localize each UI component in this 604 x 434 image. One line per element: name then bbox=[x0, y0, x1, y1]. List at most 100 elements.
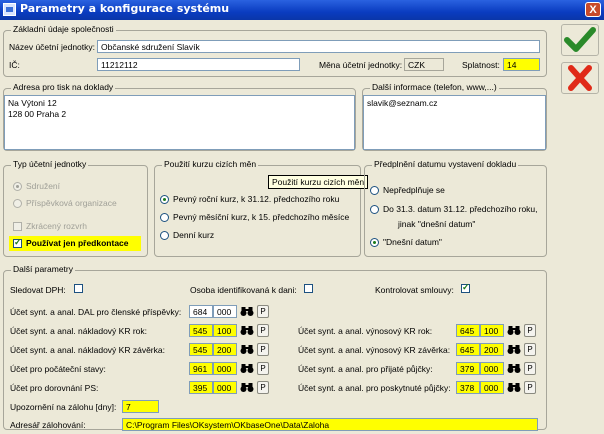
prefill-yearend-label: Do 31.3. datum 31.12. předchozího roku, bbox=[383, 204, 538, 214]
rate-daily-radio[interactable] bbox=[160, 231, 169, 240]
binoculars-icon[interactable] bbox=[507, 343, 521, 355]
prefill-today-label: "Dnešní datum" bbox=[383, 237, 442, 247]
ic-input[interactable]: 11212112 bbox=[97, 58, 300, 71]
due-input[interactable]: 14 bbox=[503, 58, 540, 71]
vat-checkbox[interactable] bbox=[74, 284, 83, 293]
predefined-only-label: Používat jen předkontace bbox=[26, 238, 129, 248]
account-anal-input[interactable]: 000 bbox=[480, 381, 504, 394]
close-button[interactable]: X bbox=[585, 2, 601, 17]
account-anal-input[interactable]: 200 bbox=[480, 343, 504, 356]
short-chart-checkbox[interactable] bbox=[13, 222, 22, 231]
ic-label: IČ: bbox=[9, 60, 20, 70]
ident-checkbox[interactable] bbox=[304, 284, 313, 293]
prefill-today-radio[interactable] bbox=[370, 238, 379, 247]
prefill-yearend-label-2: jinak "dnešní datum" bbox=[398, 219, 476, 229]
account-synt-input[interactable]: 684 bbox=[189, 305, 213, 318]
binoculars-icon[interactable] bbox=[507, 381, 521, 393]
account-anal-input[interactable]: 000 bbox=[213, 381, 237, 394]
rate-monthly-radio[interactable] bbox=[160, 213, 169, 222]
contracts-checkbox[interactable] bbox=[461, 282, 470, 293]
p-button[interactable]: P bbox=[524, 324, 536, 337]
prefill-none-label: Nepředplňuje se bbox=[383, 185, 445, 195]
account-anal-input[interactable]: 100 bbox=[213, 324, 237, 337]
currency-input[interactable]: CZK bbox=[404, 58, 444, 71]
p-button[interactable]: P bbox=[257, 324, 269, 337]
binoculars-icon[interactable] bbox=[507, 324, 521, 336]
account-anal-input[interactable]: 000 bbox=[213, 305, 237, 318]
advance-input[interactable]: 7 bbox=[122, 400, 159, 413]
p-button[interactable]: P bbox=[257, 381, 269, 394]
account-label: Účet pro počáteční stavy: bbox=[10, 364, 106, 374]
p-button[interactable]: P bbox=[257, 362, 269, 375]
account-anal-input[interactable]: 200 bbox=[213, 343, 237, 356]
binoculars-icon[interactable] bbox=[240, 343, 254, 355]
rate-yearly-label: Pevný roční kurz, k 31.12. předchozího r… bbox=[173, 194, 340, 204]
account-label: Účet synt. a anal. výnosový KR závěrka: bbox=[298, 345, 451, 355]
binoculars-icon[interactable] bbox=[240, 381, 254, 393]
ident-label: Osoba identifikovaná k dani: bbox=[190, 285, 297, 295]
binoculars-icon[interactable] bbox=[240, 324, 254, 336]
backup-input[interactable]: C:\Program Files\OKsystem\OKbaseOne\Data… bbox=[122, 418, 538, 431]
account-synt-input[interactable]: 378 bbox=[456, 381, 480, 394]
address-legend: Adresa pro tisk na doklady bbox=[11, 82, 116, 92]
binoculars-icon[interactable] bbox=[240, 362, 254, 374]
title-bar: Parametry a konfigurace systému X bbox=[0, 0, 604, 20]
account-synt-input[interactable]: 545 bbox=[189, 343, 213, 356]
ok-button[interactable] bbox=[561, 24, 599, 56]
info-textarea[interactable]: slavik@seznam.cz bbox=[363, 95, 546, 150]
account-label: Účet synt. a anal. nákladový KR rok: bbox=[10, 326, 148, 336]
rate-monthly-label: Pevný měsíční kurz, k 15. předchozího mě… bbox=[173, 212, 350, 222]
account-synt-input[interactable]: 545 bbox=[189, 324, 213, 337]
account-synt-input[interactable]: 645 bbox=[456, 324, 480, 337]
account-anal-input[interactable]: 000 bbox=[213, 362, 237, 375]
account-anal-input[interactable]: 000 bbox=[480, 362, 504, 375]
binoculars-icon[interactable] bbox=[240, 305, 254, 317]
address-textarea[interactable]: Na Výtoni 12 128 00 Praha 2 bbox=[4, 95, 355, 150]
binoculars-icon[interactable] bbox=[507, 362, 521, 374]
advance-label: Upozornění na zálohu [dny]: bbox=[10, 402, 117, 412]
predefined-only-checkbox[interactable] bbox=[13, 237, 22, 248]
info-legend: Další informace (telefon, www,...) bbox=[370, 82, 499, 92]
rate-yearly-radio[interactable] bbox=[160, 195, 169, 204]
name-input[interactable]: Občanské sdružení Slavík bbox=[97, 40, 540, 53]
account-label: Účet synt. a anal. DAL pro členské přísp… bbox=[10, 307, 182, 317]
account-synt-input[interactable]: 961 bbox=[189, 362, 213, 375]
info-value: slavik@seznam.cz bbox=[367, 98, 438, 108]
prefill-none-radio[interactable] bbox=[370, 186, 379, 195]
address-line-2: 128 00 Praha 2 bbox=[8, 109, 67, 119]
account-label: Účet synt. a anal. pro přijaté půjčky: bbox=[298, 364, 433, 374]
p-button[interactable]: P bbox=[257, 343, 269, 356]
short-chart-label: Zkrácený rozvrh bbox=[26, 221, 87, 231]
params-legend: Další parametry bbox=[11, 264, 75, 274]
due-label: Splatnost: bbox=[462, 60, 500, 70]
account-label: Účet synt. a anal. nákladový KR závěrka: bbox=[10, 345, 165, 355]
p-button[interactable]: P bbox=[257, 305, 269, 318]
prefill-yearend-radio[interactable] bbox=[370, 205, 379, 214]
p-button[interactable]: P bbox=[524, 343, 536, 356]
contracts-label: Kontrolovat smlouvy: bbox=[375, 285, 454, 295]
backup-label: Adresář zálohování: bbox=[10, 420, 86, 430]
account-synt-input[interactable]: 395 bbox=[189, 381, 213, 394]
window-title: Parametry a konfigurace systému bbox=[20, 2, 230, 15]
rate-daily-label: Denní kurz bbox=[173, 230, 215, 240]
unit-type-association-radio[interactable] bbox=[13, 182, 22, 191]
basic-info-legend: Základní údaje společnosti bbox=[11, 24, 116, 34]
unit-type-association-label: Sdružení bbox=[26, 181, 61, 191]
address-line-1: Na Výtoni 12 bbox=[8, 98, 57, 108]
vat-label: Sledovat DPH: bbox=[10, 285, 66, 295]
unit-type-contribution-label: Příspěvková organizace bbox=[26, 198, 117, 208]
account-label: Účet pro dorovnání PS: bbox=[10, 383, 99, 393]
app-icon bbox=[3, 3, 16, 16]
cancel-button[interactable] bbox=[561, 62, 599, 94]
p-button[interactable]: P bbox=[524, 362, 536, 375]
prefill-legend: Předplnění datumu vystavení dokladu bbox=[372, 159, 519, 169]
checkmark-icon bbox=[564, 27, 596, 52]
p-button[interactable]: P bbox=[524, 381, 536, 394]
rates-tooltip: Použití kurzu cizích měn bbox=[268, 175, 369, 189]
unit-type-contribution-radio[interactable] bbox=[13, 199, 22, 208]
account-anal-input[interactable]: 100 bbox=[480, 324, 504, 337]
account-synt-input[interactable]: 379 bbox=[456, 362, 480, 375]
account-label: Účet synt. a anal. pro poskytnuté půjčky… bbox=[298, 383, 451, 393]
account-synt-input[interactable]: 645 bbox=[456, 343, 480, 356]
cross-icon bbox=[568, 65, 592, 91]
